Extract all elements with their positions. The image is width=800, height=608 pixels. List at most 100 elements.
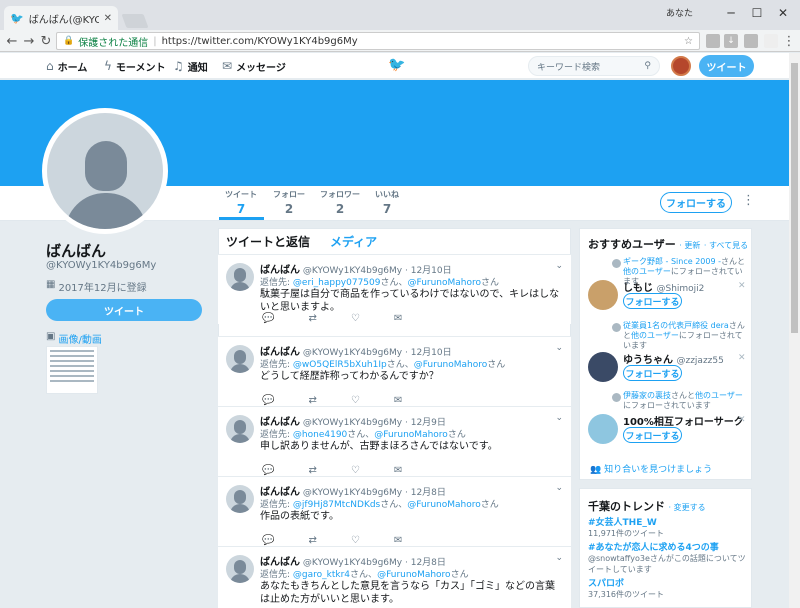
scrollbar-thumb[interactable] — [791, 63, 798, 333]
stat-following[interactable]: フォロー 2 — [264, 189, 314, 216]
reload-icon[interactable]: ↻ — [37, 32, 55, 50]
recommend-follow-button[interactable]: フォローする — [623, 427, 682, 443]
chevron-down-icon[interactable]: ⌄ — [555, 553, 563, 563]
tweet-avatar[interactable] — [226, 555, 254, 583]
note-others-link[interactable]: 他のユーザー — [695, 391, 743, 400]
reply-user-link[interactable]: @FurunoMahoro — [377, 570, 451, 580]
extension2-icon[interactable] — [764, 34, 778, 48]
reply-icon[interactable]: 💬 — [262, 313, 274, 324]
chevron-down-icon[interactable]: ⌄ — [555, 483, 563, 493]
extension-icon[interactable] — [706, 34, 720, 48]
like-icon[interactable]: ♡ — [351, 395, 360, 406]
tweet-avatar[interactable] — [226, 345, 254, 373]
refresh-link[interactable]: · 更新 — [679, 241, 700, 250]
note-user-link[interactable]: 伊藤家の裏技 — [623, 391, 671, 400]
retweet-icon[interactable]: ⇄ — [308, 395, 316, 406]
nav-messages[interactable]: ✉ メッセージ — [222, 53, 286, 79]
recommend-user[interactable]: しもじ @Shimoji2 — [623, 279, 704, 294]
change-link[interactable]: · 変更する — [669, 503, 706, 512]
stat-tweets[interactable]: ツイート 7 — [216, 189, 266, 216]
trend-item[interactable]: #あなたが恋人に求める4つの事 @snowtaffyo3eさんがこの話題について… — [588, 540, 748, 575]
media-link[interactable]: ▣ 画像/動画 — [46, 331, 102, 346]
recommend-avatar[interactable] — [588, 414, 618, 444]
recommend-user[interactable]: ゆうちゃん @zzjazz55 — [623, 351, 724, 366]
nav-moments[interactable]: ϟ モーメント — [104, 53, 166, 79]
tweet-item[interactable]: ばんばん @KYOWy1KY4b9g6My · 12月8日 ⌄ 返信先: @ga… — [218, 546, 571, 608]
chevron-down-icon[interactable]: ⌄ — [555, 261, 563, 271]
reply-icon[interactable]: 💬 — [262, 465, 274, 476]
reply-user-link[interactable]: @FurunoMahoro — [374, 430, 448, 440]
view-all-link[interactable]: · すべて見る — [704, 241, 748, 250]
recommend-follow-button[interactable]: フォローする — [623, 293, 682, 309]
note-others-link[interactable]: 他のユーザー — [631, 331, 679, 340]
reply-icon[interactable]: 💬 — [262, 395, 274, 406]
tweet-avatar[interactable] — [226, 485, 254, 513]
tweet-item[interactable]: ばんばん @KYOWy1KY4b9g6My · 12月10日 ⌄ 返信先: @w… — [218, 336, 571, 406]
browser-user[interactable]: あなた — [666, 6, 693, 19]
dm-icon[interactable]: ✉ — [394, 313, 402, 324]
stat-likes[interactable]: いいね 7 — [362, 189, 412, 216]
tweet-item[interactable]: ばんばん @KYOWy1KY4b9g6My · 12月8日 ⌄ 返信先: @jf… — [218, 476, 571, 546]
dismiss-icon[interactable]: ✕ — [738, 415, 746, 425]
tweet-item[interactable]: ばんばん @KYOWy1KY4b9g6My · 12月10日 ⌄ 返信先: @e… — [218, 254, 571, 324]
reply-user-link[interactable]: @FurunoMahoro — [408, 278, 482, 288]
like-icon[interactable]: ♡ — [351, 313, 360, 324]
profile-name[interactable]: ばんばん — [46, 240, 106, 261]
recommend-follow-button[interactable]: フォローする — [623, 365, 682, 381]
tab-tweets-replies[interactable]: ツイートと返信 — [226, 233, 310, 250]
bookmark-star-icon[interactable]: ☆ — [684, 36, 693, 47]
reply-user-link[interactable]: @FurunoMahoro — [414, 360, 488, 370]
recommend-avatar[interactable] — [588, 352, 618, 382]
forward-icon[interactable]: → — [20, 32, 38, 50]
reply-user-link[interactable]: @jf9Hj87MtcNDKds — [293, 500, 380, 510]
chevron-down-icon[interactable]: ⌄ — [555, 343, 563, 353]
profile-avatar[interactable] — [42, 108, 168, 234]
profile-handle[interactable]: @KYOWy1KY4b9g6My — [46, 260, 156, 271]
stat-followers[interactable]: フォロワー 2 — [315, 189, 365, 216]
profile-tweet-button[interactable]: ツイート — [46, 299, 202, 321]
trend-item[interactable]: スパロボ 37,316件のツイート — [588, 576, 664, 600]
find-friends-link[interactable]: 👥 知り合いを見つけましょう — [590, 462, 712, 475]
download-icon[interactable]: ↓ — [724, 34, 738, 48]
note-user-link[interactable]: 従業員1名の代表戸締役 dera — [623, 321, 729, 330]
tweet-avatar[interactable] — [226, 263, 254, 291]
dismiss-icon[interactable]: ✕ — [738, 353, 746, 363]
note-user-link[interactable]: ギーク野郎 - Since 2009 - — [623, 257, 721, 266]
reply-user-link[interactable]: @FurunoMahoro — [407, 500, 481, 510]
reply-user-link[interactable]: @eri_happy077509 — [293, 278, 381, 288]
retweet-icon[interactable]: ⇄ — [308, 465, 316, 476]
search-icon[interactable]: ⚲ — [644, 61, 651, 71]
reply-user-link[interactable]: @garo_ktkr4 — [293, 570, 350, 580]
trend-item[interactable]: #女芸人THE_W 11,971件のツイート — [588, 515, 664, 539]
tab-media[interactable]: メディア — [330, 233, 377, 250]
minimize-icon[interactable]: ─ — [718, 3, 744, 23]
dm-icon[interactable]: ✉ — [394, 535, 402, 546]
menu-icon[interactable]: ⋮ — [780, 32, 798, 50]
twitter-bird-icon[interactable]: 🐦 — [388, 57, 405, 73]
dm-icon[interactable]: ✉ — [394, 465, 402, 476]
back-icon[interactable]: ← — [3, 32, 21, 50]
account-avatar[interactable] — [671, 56, 691, 76]
dm-icon[interactable]: ✉ — [394, 395, 402, 406]
recommend-avatar[interactable] — [588, 280, 618, 310]
reply-user-link[interactable]: @hone4190 — [293, 430, 347, 440]
more-options-icon[interactable]: ⋮ — [742, 193, 755, 208]
nav-notifications[interactable]: ♫ 通知 — [173, 53, 208, 79]
close-window-icon[interactable]: ✕ — [770, 3, 796, 23]
nav-home[interactable]: ⌂ ホーム — [46, 53, 87, 79]
follow-button[interactable]: フォローする — [660, 192, 732, 213]
like-icon[interactable]: ♡ — [351, 535, 360, 546]
retweet-icon[interactable]: ⇄ — [308, 313, 316, 324]
browser-tab[interactable]: 🐦 ばんばん(@KYOWy1KY4b ✕ — [4, 6, 118, 30]
retweet-icon[interactable]: ⇄ — [308, 535, 316, 546]
search-input[interactable]: キーワード検索 ⚲ — [528, 56, 660, 76]
nav-tweet-button[interactable]: ツイート — [699, 55, 754, 77]
maximize-icon[interactable]: ☐ — [744, 3, 770, 23]
like-icon[interactable]: ♡ — [351, 465, 360, 476]
reply-icon[interactable]: 💬 — [262, 535, 274, 546]
note-others-link[interactable]: 他のユーザー — [623, 267, 671, 276]
tweet-avatar[interactable] — [226, 415, 254, 443]
shield-icon[interactable] — [744, 34, 758, 48]
new-tab-button[interactable] — [121, 14, 149, 28]
close-tab-icon[interactable]: ✕ — [104, 13, 112, 24]
